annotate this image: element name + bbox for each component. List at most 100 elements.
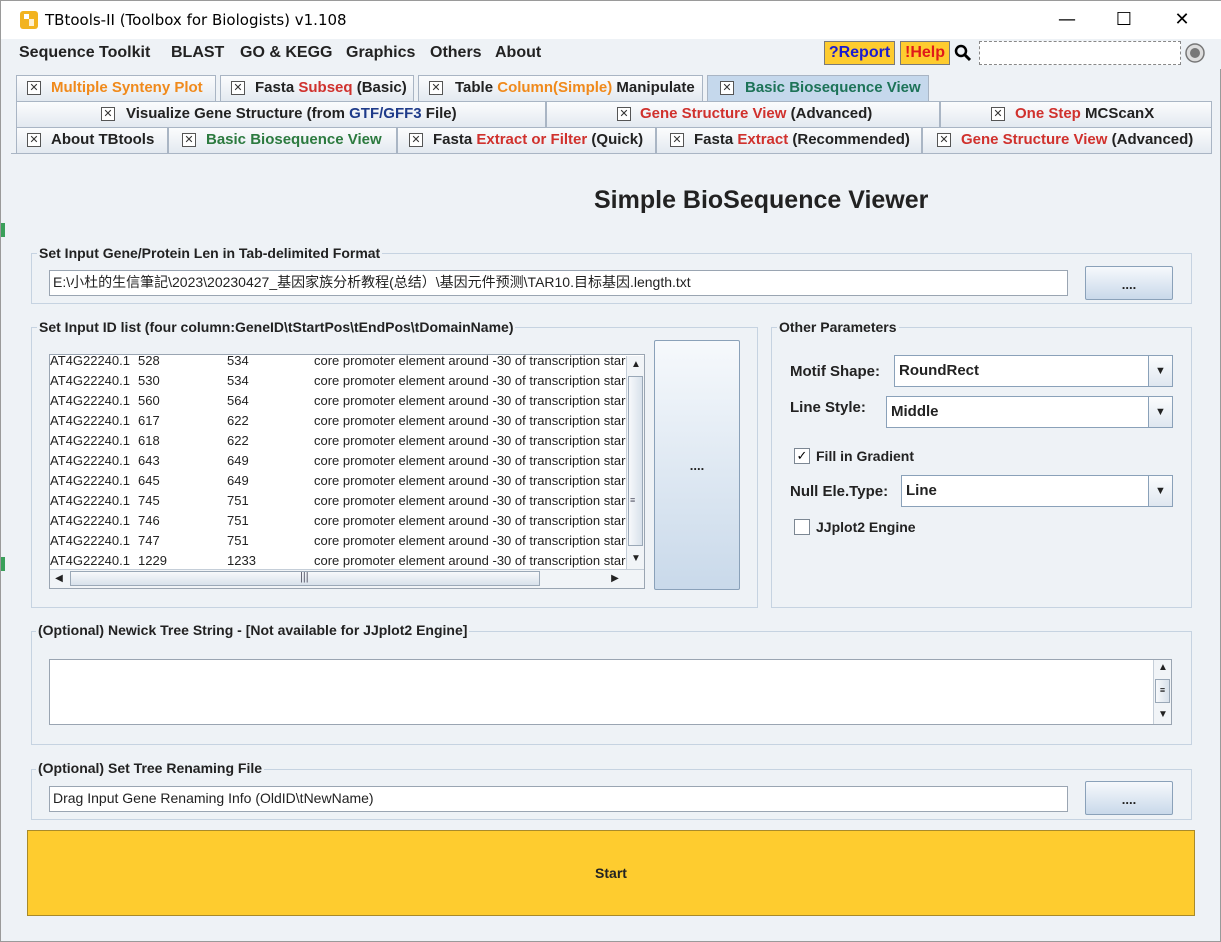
tab-label: Gene Structure View (Advanced) [961,131,1194,148]
id-list-group-title: Set Input ID list (four column:GeneID\tS… [37,319,516,335]
fill-gradient-label: Fill in Gradient [816,448,915,464]
edge-marker [1,557,5,571]
rename-browse-button[interactable]: .... [1085,781,1173,815]
tab-close-icon[interactable]: ✕ [27,133,41,147]
motif-shape-select[interactable]: RoundRect ▼ [894,355,1173,387]
chevron-down-icon[interactable]: ▼ [1148,476,1172,506]
tab-close-icon[interactable]: ✕ [670,133,684,147]
search-icon[interactable] [953,43,973,63]
minimize-button[interactable]: — [1038,1,1096,39]
menu-others[interactable]: Others [430,44,482,62]
scroll-down-icon[interactable]: ▼ [1154,707,1172,723]
scroll-left-icon[interactable]: ◀ [50,570,68,588]
id-cell-start: 1229 [138,553,167,568]
menu-go-kegg[interactable]: GO & KEGG [240,44,332,62]
id-cell-id: AT4G22240.1 [50,373,130,388]
edge-marker [1,223,5,237]
other-parameters-title: Other Parameters [777,319,899,335]
start-button[interactable]: Start [27,830,1195,916]
id-cell-id: AT4G22240.1 [50,513,130,528]
id-cell-id: AT4G22240.1 [50,533,130,548]
tab-close-icon[interactable]: ✕ [27,81,41,95]
fill-gradient-checkbox[interactable]: ✓ [794,448,810,464]
scroll-grip-icon: ≡ [630,495,636,505]
menu-sequence-toolkit[interactable]: Sequence Toolkit [19,44,150,62]
tab-one-step-mcscanx[interactable]: ✕ One Step MCScanX [940,101,1212,127]
maximize-button[interactable]: ☐ [1095,1,1153,39]
rename-group-title: (Optional) Set Tree Renaming File [36,760,265,776]
page-title: Simple BioSequence Viewer [594,186,929,214]
tab-fasta-extract-or-filter[interactable]: ✕ Fasta Extract or Filter (Quick) [397,127,656,153]
tab-close-icon[interactable]: ✕ [720,81,734,95]
id-cell-end: 751 [227,493,249,508]
tab-fasta-subseq[interactable]: ✕ Fasta Subseq (Basic) [220,75,414,101]
motif-shape-label: Motif Shape: [790,363,880,380]
menu-graphics[interactable]: Graphics [346,44,415,62]
scroll-thumb[interactable] [628,376,643,546]
id-cell-desc: core promoter element around -30 of tran… [314,393,626,408]
rename-file-input[interactable]: Drag Input Gene Renaming Info (OldID\tNe… [49,786,1068,812]
tab-gene-structure-view-advanced[interactable]: ✕ Gene Structure View (Advanced) [546,101,940,127]
tab-close-icon[interactable]: ✕ [231,81,245,95]
id-cell-id: AT4G22240.1 [50,413,130,428]
motif-shape-value: RoundRect [899,362,979,379]
id-cell-start: 528 [138,354,160,368]
id-list-horizontal-scrollbar[interactable]: ◀ ||| ▶ [50,569,644,588]
tab-close-icon[interactable]: ✕ [937,133,951,147]
jjplot2-engine-checkbox[interactable] [794,519,810,535]
search-input[interactable] [979,41,1181,65]
id-cell-id: AT4G22240.1 [50,393,130,408]
scroll-thumb[interactable]: ≡ [1155,679,1170,703]
id-cell-end: 622 [227,433,249,448]
chevron-down-icon[interactable]: ▼ [1148,397,1172,427]
tab-close-icon[interactable]: ✕ [429,81,443,95]
tab-basic-biosequence-view[interactable]: ✕ Basic Biosequence View [168,127,397,153]
tab-close-icon[interactable]: ✕ [182,133,196,147]
id-list-textarea[interactable]: AT4G22240.1 528 534 core promoter element a… [49,354,645,589]
tab-multiple-synteny-plot[interactable]: ✕ Multiple Synteny Plot [16,75,216,101]
scroll-right-icon[interactable]: ▶ [606,570,624,588]
null-ele-type-select[interactable]: Line ▼ [901,475,1173,507]
newick-scrollbar[interactable]: ▲ ≡ ▼ [1153,660,1171,724]
tab-basic-biosequence-view-active[interactable]: ✕ Basic Biosequence View [707,75,929,101]
id-cell-desc: core promoter element around -30 of tran… [314,433,626,448]
tab-label: Visualize Gene Structure (from GTF/GFF3 … [126,105,457,122]
id-list-vertical-scrollbar[interactable]: ▲ ≡ ▼ [626,356,644,569]
tab-close-icon[interactable]: ✕ [617,107,631,121]
tab-label: Multiple Synteny Plot [51,79,203,96]
scroll-up-icon[interactable]: ▲ [1154,660,1172,676]
id-cell-desc: core promoter element around -30 of tran… [314,473,626,488]
checkmark-icon: ✓ [796,448,808,463]
id-list-browse-button[interactable]: .... [654,340,740,590]
tab-close-icon[interactable]: ✕ [991,107,1005,121]
tab-visualize-gene-structure[interactable]: ✕ Visualize Gene Structure (from GTF/GFF… [16,101,546,127]
tab-close-icon[interactable]: ✕ [101,107,115,121]
line-style-select[interactable]: Middle ▼ [886,396,1173,428]
tab-about-tbtools[interactable]: ✕ About TBtools [16,127,168,153]
scroll-up-icon[interactable]: ▲ [627,356,645,374]
tab-close-icon[interactable]: ✕ [409,133,423,147]
id-cell-start: 618 [138,433,160,448]
tab-label: Basic Biosequence View [745,79,921,96]
tab-fasta-extract-recommended[interactable]: ✕ Fasta Extract (Recommended) [656,127,922,153]
id-cell-end: 649 [227,473,249,488]
length-browse-button[interactable]: .... [1085,266,1173,300]
close-button[interactable]: ✕ [1153,1,1211,39]
newick-textarea[interactable]: ▲ ≡ ▼ [49,659,1172,725]
tab-table-column-manipulate[interactable]: ✕ Table Column(Simple) Manipulate [418,75,703,101]
report-button[interactable]: ?Report [824,41,895,65]
id-cell-id: AT4G22240.1 [50,453,130,468]
tab-label: Table Column(Simple) Manipulate [455,79,695,96]
menu-about[interactable]: About [495,44,541,62]
length-file-input[interactable]: E:\小杜的生信筆記\2023\20230427_基因家族分析教程(总结）\基因… [49,270,1068,296]
id-cell-id: AT4G22240.1 [50,354,130,368]
line-style-value: Middle [891,403,939,420]
newick-value [50,660,1171,666]
tab-gene-structure-view-advanced-2[interactable]: ✕ Gene Structure View (Advanced) [922,127,1212,153]
scroll-down-icon[interactable]: ▼ [627,550,645,568]
chevron-down-icon[interactable]: ▼ [1148,356,1172,386]
id-cell-start: 645 [138,473,160,488]
menu-blast[interactable]: BLAST [171,44,224,62]
help-button[interactable]: !Help [900,41,950,65]
tab-label: One Step MCScanX [1015,105,1155,122]
